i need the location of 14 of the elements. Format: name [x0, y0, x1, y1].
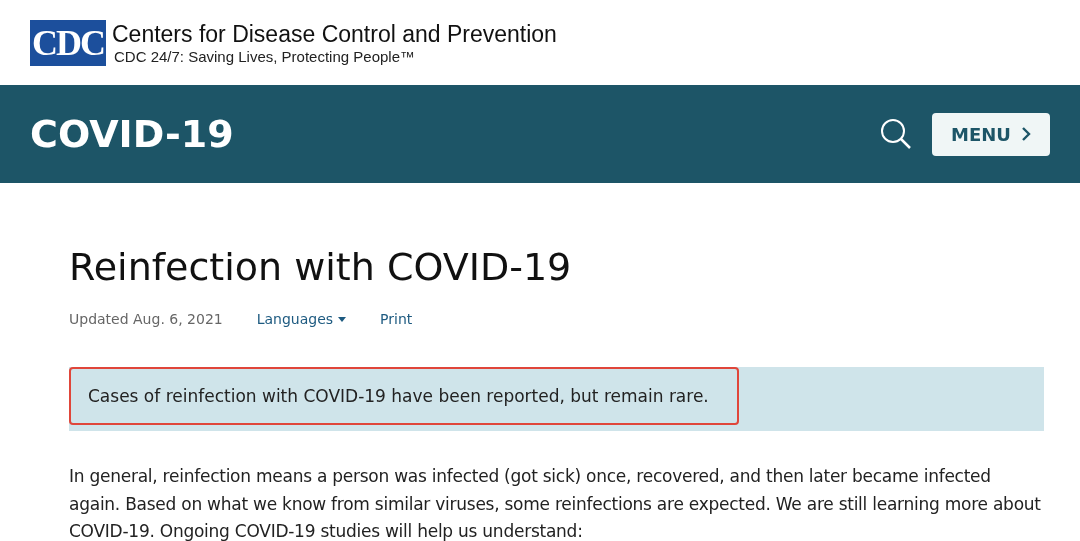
cdc-logo: CDC [30, 19, 106, 66]
menu-button[interactable]: MENU [932, 112, 1050, 156]
agency-tagline: CDC 24/7: Saving Lives, Protecting People™ [114, 47, 416, 65]
callout-text: Cases of reinfection with COVID-19 have been reported, but remain rare. [69, 367, 739, 425]
languages-link[interactable]: Languages [256, 311, 347, 327]
agency-name: Centers for Disease Control and Prevention [112, 20, 557, 48]
search-icon[interactable] [880, 118, 912, 150]
caret-down-icon [338, 316, 347, 322]
body-paragraph: In general, reinfection means a person was infected (got sick) once, recovered, and then later became infected again. Based on what we know from similar viruses, some reinfections are expected. We are still learning more about COVID-19. Ongoing COVID-19 studies will help us understand: [69, 465, 1042, 541]
chevron-right-icon [1020, 126, 1031, 142]
page-title: Reinfection with COVID-19 [69, 245, 573, 289]
updated-date: Updated Aug. 6, 2021 [69, 311, 223, 327]
topic-title: COVID-19 [30, 112, 235, 156]
print-link[interactable]: Print [380, 311, 413, 327]
